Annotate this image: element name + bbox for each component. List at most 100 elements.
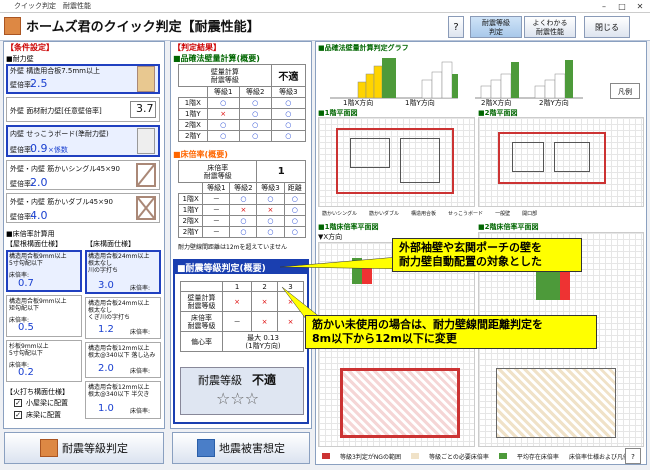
row-label: 床倍率 耐震等級	[180, 311, 223, 332]
minimize-icon[interactable]: –	[596, 0, 612, 13]
cell: ○	[270, 97, 307, 109]
cell: ○	[206, 119, 240, 131]
grade-col: 等級1	[206, 86, 240, 98]
floor2x-label: 2階X方向	[481, 99, 512, 107]
cell: ○	[206, 130, 240, 142]
hiuchi-title: 【火打ち構面仕様】	[6, 388, 69, 396]
floor-rate-value: 1.2	[98, 324, 114, 335]
wall-rate-value: 2.5	[30, 77, 48, 90]
cell: ○	[270, 130, 307, 142]
legend-item: 等級3判定がNGの範囲	[340, 453, 401, 461]
callout-distance: 筋かい未使用の場合は、耐力壁線間距離判定を 8m以下から12m以下に変更	[305, 315, 597, 349]
floor-plan1-title: ■1階床倍率平面図	[318, 223, 379, 231]
close-icon[interactable]: ✕	[632, 0, 648, 13]
cell: ○	[283, 215, 307, 227]
floor-col: 等級2	[229, 182, 258, 194]
roof-option-text: 構造用合板9mm以上 5寸勾配以下	[9, 253, 67, 267]
plan2-room	[554, 142, 590, 172]
callout-line: 外部袖壁や玄関ポーチの壁を	[399, 241, 542, 254]
bar-grade2-1x	[365, 73, 375, 99]
bar-2y-c	[554, 73, 566, 99]
plan2-room	[512, 142, 544, 172]
wall-rate-value: 0.9	[30, 142, 48, 155]
wall-section-title: ■品確法壁量計算(概要)	[173, 54, 260, 63]
grade-judge-button[interactable]: 耐震等級判定	[4, 432, 164, 464]
floor-option-text: 構造用合板12mm以上 根太@340以下 落し込み	[88, 345, 156, 359]
tab-grade-judge[interactable]: 耐震等級 判定	[470, 16, 522, 38]
cell: ○	[270, 108, 307, 120]
floor-rate-label: 床倍率:	[130, 368, 151, 375]
single-brace-icon	[136, 163, 156, 187]
floor-ratio-bar	[536, 272, 560, 300]
custom-rate-value: 3.7	[136, 102, 154, 115]
results-title: 【判定結果】	[173, 43, 221, 52]
legend-item: せっこうボード	[448, 211, 484, 217]
tab-faq[interactable]: よくわかる 耐震性能	[524, 16, 576, 38]
damage-estimate-label: 地震被害想定	[219, 442, 285, 455]
roof-option-text: 構造用合板9mm以上 矩勾配以下	[9, 298, 67, 312]
table-row: 2階X － ○ ○ ○	[177, 215, 307, 227]
plywood-icon	[137, 66, 155, 92]
wall-name: 内壁 せっこうボード(準耐力壁)	[10, 130, 109, 138]
wall-rate-value: 2.0	[30, 176, 48, 189]
plan1-room	[350, 138, 390, 168]
floor-rate-label: 床倍率:	[130, 285, 151, 292]
final-grade-label: 耐震等級	[198, 374, 242, 387]
table-row: 1階Y × ○ ○	[178, 108, 307, 120]
grade-stars: ☆☆☆	[216, 389, 260, 408]
legend-item: 筋かいダブル	[369, 211, 400, 217]
wall-name: 外壁 構造用合板7.5mm以上	[10, 67, 100, 75]
floor-plan2-title: ■2階床倍率平面図	[478, 223, 539, 231]
floor-section-title: ■床倍率(概要)	[173, 150, 228, 159]
conditions-title: 【条件設定】	[6, 43, 54, 52]
cell: ○	[283, 204, 307, 216]
window-title: クイック判定 耐震性能	[14, 2, 91, 10]
floor-rate-value: 1.0	[98, 403, 114, 414]
row-label: 壁量計算 耐震等級	[180, 291, 223, 312]
row-label: 2階Y	[178, 130, 208, 142]
legend-item: 筋かいシングル	[322, 211, 358, 217]
cell: ○	[256, 215, 285, 227]
cell: －	[202, 204, 231, 216]
legend-item: 等級ごとの必要床倍率	[428, 453, 489, 461]
hiuchi-roof-checkbox[interactable]: ✓	[14, 399, 22, 407]
cell: －	[202, 226, 231, 238]
cell: ○	[206, 97, 240, 109]
damage-estimate-button[interactable]: 地震被害想定	[172, 432, 310, 464]
average-swatch	[498, 453, 507, 459]
maximize-icon[interactable]: □	[614, 0, 630, 13]
legend-item[interactable]: 床倍率仕様および凡例	[569, 452, 629, 461]
ng-area	[340, 368, 460, 438]
cell: ×	[229, 204, 258, 216]
legend-item: 平均存在床倍率	[516, 453, 559, 461]
bar-exist-2x	[511, 62, 519, 98]
callout-auto-wall: 外部袖壁や玄関ポーチの壁を 耐力壁自動配置の対象とした	[392, 238, 582, 272]
roof-spec-title: 【屋根構面仕様】	[6, 240, 62, 248]
floor-help-button[interactable]: ?	[625, 448, 641, 464]
bar-grade1-1x	[357, 81, 367, 99]
help-button[interactable]: ?	[448, 16, 464, 38]
house-logo-icon	[4, 17, 21, 35]
hiuchi-floor-label: 床梁に配置	[26, 411, 61, 419]
bar-2x-b	[490, 79, 502, 99]
plan1-room	[400, 138, 440, 183]
floor-col: 等級3	[256, 182, 285, 194]
bar-2y-a	[534, 85, 546, 99]
final-grade-value: 不適	[252, 373, 277, 387]
legend-item: 構造用合板	[411, 211, 437, 217]
bar-1y-a	[421, 79, 433, 99]
table-row: 1階X ○ ○ ○	[178, 97, 307, 109]
legend-item: 開口部	[522, 211, 538, 217]
close-button[interactable]: 閉じる	[584, 16, 630, 38]
floor1y-label: 1階Y方向	[405, 99, 435, 107]
callout-line: 耐力壁自動配置の対象とした	[399, 255, 542, 268]
bearing-wall-title: ■耐力壁	[6, 55, 34, 63]
cell: ×	[206, 108, 240, 120]
legend-button[interactable]: 凡例	[610, 83, 640, 99]
cell: ○	[270, 119, 307, 131]
cell: ○	[238, 97, 272, 109]
bar-2x-c	[500, 73, 512, 99]
bar-1y-c	[441, 61, 453, 99]
hiuchi-floor-checkbox[interactable]: ✓	[14, 411, 22, 419]
cell: －	[202, 215, 231, 227]
